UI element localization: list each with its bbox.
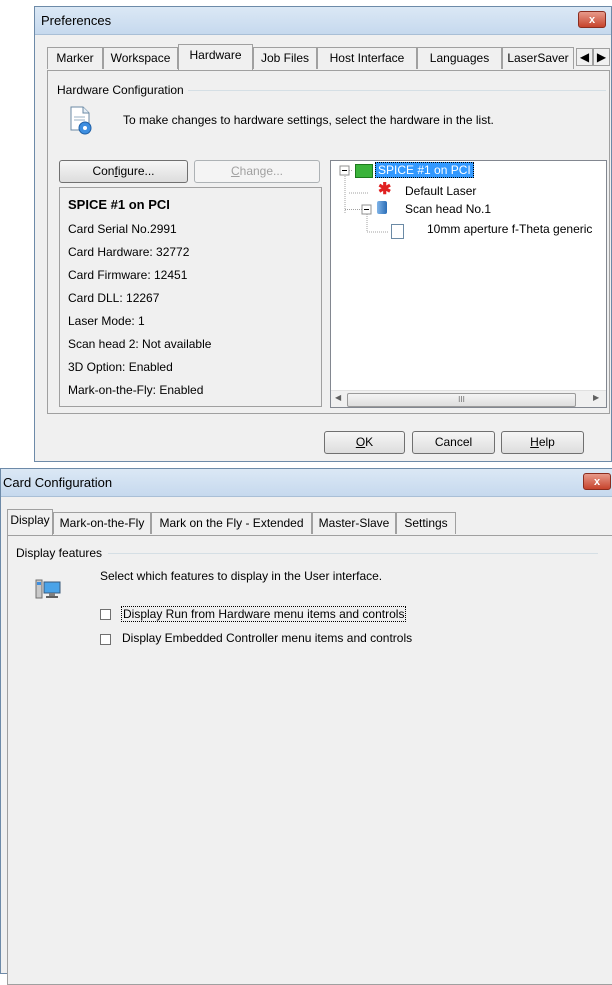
tree-node-card[interactable]: SPICE #1 on PCI: [375, 162, 474, 178]
tab-lasersaver[interactable]: LaserSaver: [502, 47, 574, 69]
run-from-hardware-label[interactable]: Display Run from Hardware menu items and…: [121, 606, 407, 622]
embedded-controller-checkbox[interactable]: [100, 634, 111, 645]
pci-card-icon: [355, 164, 373, 178]
display-instruction: Select which features to display in the …: [100, 569, 383, 583]
ok-button[interactable]: OK: [324, 431, 405, 454]
hardware-config-group-title: Hardware Configuration: [57, 83, 188, 97]
preferences-close-button[interactable]: x: [578, 11, 606, 28]
change-label-b: hange...: [239, 164, 284, 178]
tab-hardware[interactable]: Hardware: [178, 44, 253, 70]
preferences-titlebar[interactable]: Preferences x: [35, 7, 611, 35]
hardware-tab-panel: Hardware Configuration To make changes t…: [47, 70, 610, 414]
card-config-titlebar[interactable]: Card Configuration x: [1, 469, 612, 497]
tab-mark-on-the-fly-extended[interactable]: Mark on the Fly - Extended: [151, 512, 312, 534]
lens-document-icon: [391, 224, 404, 239]
scroll-right-icon[interactable]: ▶: [593, 393, 599, 402]
help-button[interactable]: Help: [501, 431, 584, 454]
preferences-title: Preferences: [41, 13, 112, 28]
card-configuration-dialog: Card Configuration x Display Mark-on-the…: [0, 468, 612, 985]
ok-label-a: O: [355, 435, 366, 449]
card-info-box: SPICE #1 on PCI Card Serial No.2991 Card…: [59, 187, 322, 407]
scroll-left-icon[interactable]: ◀: [335, 393, 341, 402]
settings-document-icon: [68, 105, 94, 135]
group-divider: [108, 553, 598, 554]
tab-workspace[interactable]: Workspace: [103, 47, 178, 69]
card-config-close-button[interactable]: x: [583, 473, 611, 490]
cancel-button[interactable]: Cancel: [412, 431, 495, 454]
tab-scroll-right-button[interactable]: ▶: [593, 48, 610, 66]
help-label-b: elp: [538, 435, 555, 449]
tab-display[interactable]: Display: [7, 509, 53, 535]
close-icon: x: [588, 14, 596, 26]
card-info-line: Card Hardware: 32772: [68, 245, 190, 259]
tab-host-interface[interactable]: Host Interface: [317, 47, 417, 69]
hardware-tree[interactable]: SPICE #1 on PCI ✱ Default Laser Scan hea…: [330, 160, 607, 408]
change-label-a: C: [230, 164, 240, 178]
laser-icon: ✱: [378, 181, 392, 198]
configure-button[interactable]: Configure...: [59, 160, 188, 183]
card-info-line: Card Firmware: 12451: [68, 268, 188, 282]
card-info-line: Laser Mode: 1: [68, 314, 145, 328]
card-info-line: 3D Option: Enabled: [68, 360, 173, 374]
scan-head-icon: [377, 201, 387, 214]
tab-marker[interactable]: Marker: [47, 47, 103, 69]
tree-node-lens[interactable]: 10mm aperture f-Theta generic: [427, 222, 592, 236]
tree-horizontal-scrollbar[interactable]: ◀ III ▶: [331, 390, 606, 407]
tree-node-laser[interactable]: Default Laser: [405, 184, 476, 198]
card-info-line: Card DLL: 12267: [68, 291, 160, 305]
arrow-right-icon: ▶: [596, 50, 607, 64]
tab-job-files[interactable]: Job Files: [253, 47, 317, 69]
embedded-controller-label[interactable]: Display Embedded Controller menu items a…: [122, 631, 412, 645]
tab-scroll-left-button[interactable]: ◀: [576, 48, 593, 66]
tab-master-slave[interactable]: Master-Slave: [312, 512, 396, 534]
hardware-instruction: To make changes to hardware settings, se…: [123, 113, 494, 127]
card-info-line: Card Serial No.2991: [68, 222, 177, 236]
tab-languages[interactable]: Languages: [417, 47, 502, 69]
scrollbar-thumb[interactable]: III: [347, 393, 576, 407]
card-config-title: Card Configuration: [3, 475, 113, 490]
close-icon: x: [593, 476, 601, 488]
display-tab-panel: Display features Select which features t…: [7, 535, 612, 985]
change-button[interactable]: Change...: [194, 160, 320, 183]
card-config-tabs: Display Mark-on-the-Fly Mark on the Fly …: [1, 509, 612, 536]
arrow-left-icon: ◀: [579, 50, 590, 64]
tree-node-scan-head[interactable]: Scan head No.1: [405, 202, 491, 216]
display-features-group-title: Display features: [16, 546, 107, 560]
configure-label-c: igure...: [117, 164, 155, 178]
card-info-line: Scan head 2: Not available: [68, 337, 212, 351]
ok-label-b: K: [365, 435, 374, 449]
tab-settings[interactable]: Settings: [396, 512, 456, 534]
tab-mark-on-the-fly[interactable]: Mark-on-the-Fly: [53, 512, 151, 534]
monitor-icon: [35, 578, 61, 600]
card-info-title: SPICE #1 on PCI: [68, 197, 170, 212]
run-from-hardware-checkbox[interactable]: [100, 609, 111, 620]
configure-label-a: Con: [92, 164, 115, 178]
preferences-tabs: Marker Workspace Hardware Job Files Host…: [35, 44, 612, 71]
card-info-line: Mark-on-the-Fly: Enabled: [68, 383, 204, 397]
help-label-a: H: [530, 435, 539, 449]
preferences-dialog: Preferences x Marker Workspace Hardware …: [34, 6, 612, 462]
group-divider: [166, 90, 606, 91]
